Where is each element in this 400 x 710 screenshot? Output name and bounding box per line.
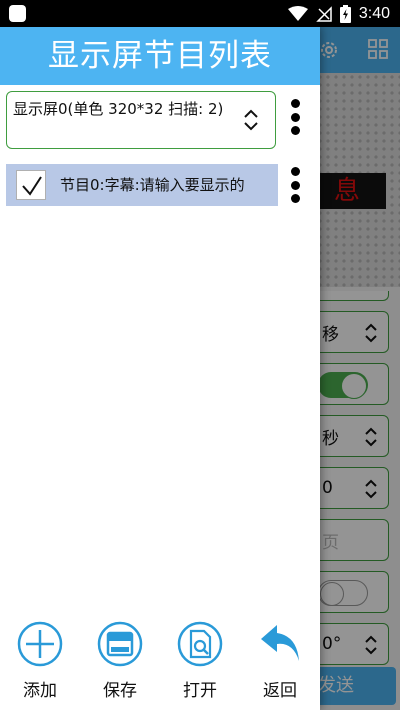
program-more-icon[interactable] (286, 165, 304, 205)
save-button[interactable]: 保存 (90, 621, 150, 701)
program-checkbox[interactable] (16, 170, 46, 200)
drawer-title: 显示屏节目列表 (48, 38, 272, 74)
screen-select-dropdown[interactable]: 显示屏0(单色 320*32 扫描: 2) (6, 91, 276, 149)
save-icon (97, 621, 143, 667)
open-button-label: 打开 (183, 681, 217, 701)
save-button-label: 保存 (103, 681, 137, 701)
checkmark-icon (22, 176, 42, 196)
app-notification-icon (9, 5, 26, 22)
add-button-label: 添加 (23, 681, 57, 701)
wifi-icon (287, 6, 308, 21)
back-arrow-icon (261, 625, 299, 661)
status-time: 3:40 (358, 5, 390, 22)
program-label: 节目0:字幕:请输入要显示的 (60, 176, 245, 194)
status-indicators: 3:40 (287, 4, 390, 24)
program-list-drawer: 显示屏节目列表 显示屏0(单色 320*32 扫描: 2) 节目0:字幕:请输入… (0, 27, 320, 710)
screen-select-value: 显示屏0(单色 320*32 扫描: 2) (13, 100, 224, 118)
screen-more-icon[interactable] (286, 97, 304, 137)
back-button-label: 返回 (263, 681, 297, 701)
chevron-updown-icon (244, 109, 258, 131)
open-file-icon (177, 621, 223, 667)
plus-circle-icon (17, 621, 63, 667)
add-button[interactable]: 添加 (10, 621, 70, 701)
open-button[interactable]: 打开 (170, 621, 230, 701)
battery-charging-icon (339, 5, 351, 23)
back-button[interactable]: 返回 (250, 621, 310, 701)
program-list-item[interactable]: 节目0:字幕:请输入要显示的 (6, 164, 278, 206)
status-bar: 3:40 (0, 0, 400, 27)
drawer-header: 显示屏节目列表 (0, 27, 320, 85)
no-signal-icon (316, 6, 332, 22)
